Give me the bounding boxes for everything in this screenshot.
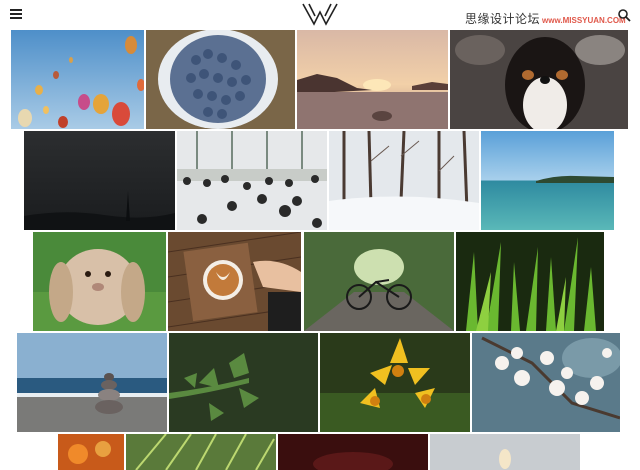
photo-dog-portrait[interactable] bbox=[450, 30, 628, 129]
photo-snowy-forest[interactable] bbox=[329, 131, 479, 230]
hamburger-menu-icon[interactable] bbox=[10, 9, 22, 19]
photo-palm-partial[interactable] bbox=[126, 434, 276, 470]
photo-stone-cairn[interactable] bbox=[17, 333, 167, 432]
search-icon[interactable] bbox=[617, 8, 631, 22]
photo-dark-storm[interactable] bbox=[24, 131, 175, 230]
header-bar: 思缘设计论坛 www.MISSYUAN.COM bbox=[0, 0, 640, 30]
photo-aerial-people[interactable] bbox=[177, 131, 327, 230]
photo-blueberries[interactable] bbox=[146, 30, 295, 129]
photo-calm-sea[interactable] bbox=[481, 131, 614, 230]
photo-green-grass[interactable] bbox=[456, 232, 604, 331]
photo-rabbit[interactable] bbox=[33, 232, 166, 331]
photo-bicycle-path[interactable] bbox=[304, 232, 454, 331]
photo-pale-partial[interactable] bbox=[430, 434, 580, 470]
photo-white-blossoms[interactable] bbox=[472, 333, 620, 432]
photo-sunset-coast[interactable] bbox=[297, 30, 448, 129]
photo-autumn-partial[interactable] bbox=[58, 434, 124, 470]
photo-hot-air-balloons[interactable] bbox=[11, 30, 144, 129]
photo-dark-red-partial[interactable] bbox=[278, 434, 428, 470]
w-logo-icon[interactable] bbox=[301, 2, 339, 26]
watermark-url-text: www.MISSYUAN.COM bbox=[542, 16, 626, 25]
photo-pine-branch[interactable] bbox=[169, 333, 318, 432]
watermark-chinese-text: 思缘设计论坛 bbox=[465, 12, 541, 26]
site-watermark: 思缘设计论坛 www.MISSYUAN.COM bbox=[465, 8, 626, 27]
photo-latte-art[interactable] bbox=[168, 232, 301, 331]
photo-gallery bbox=[0, 0, 640, 470]
photo-yellow-lilies[interactable] bbox=[320, 333, 470, 432]
